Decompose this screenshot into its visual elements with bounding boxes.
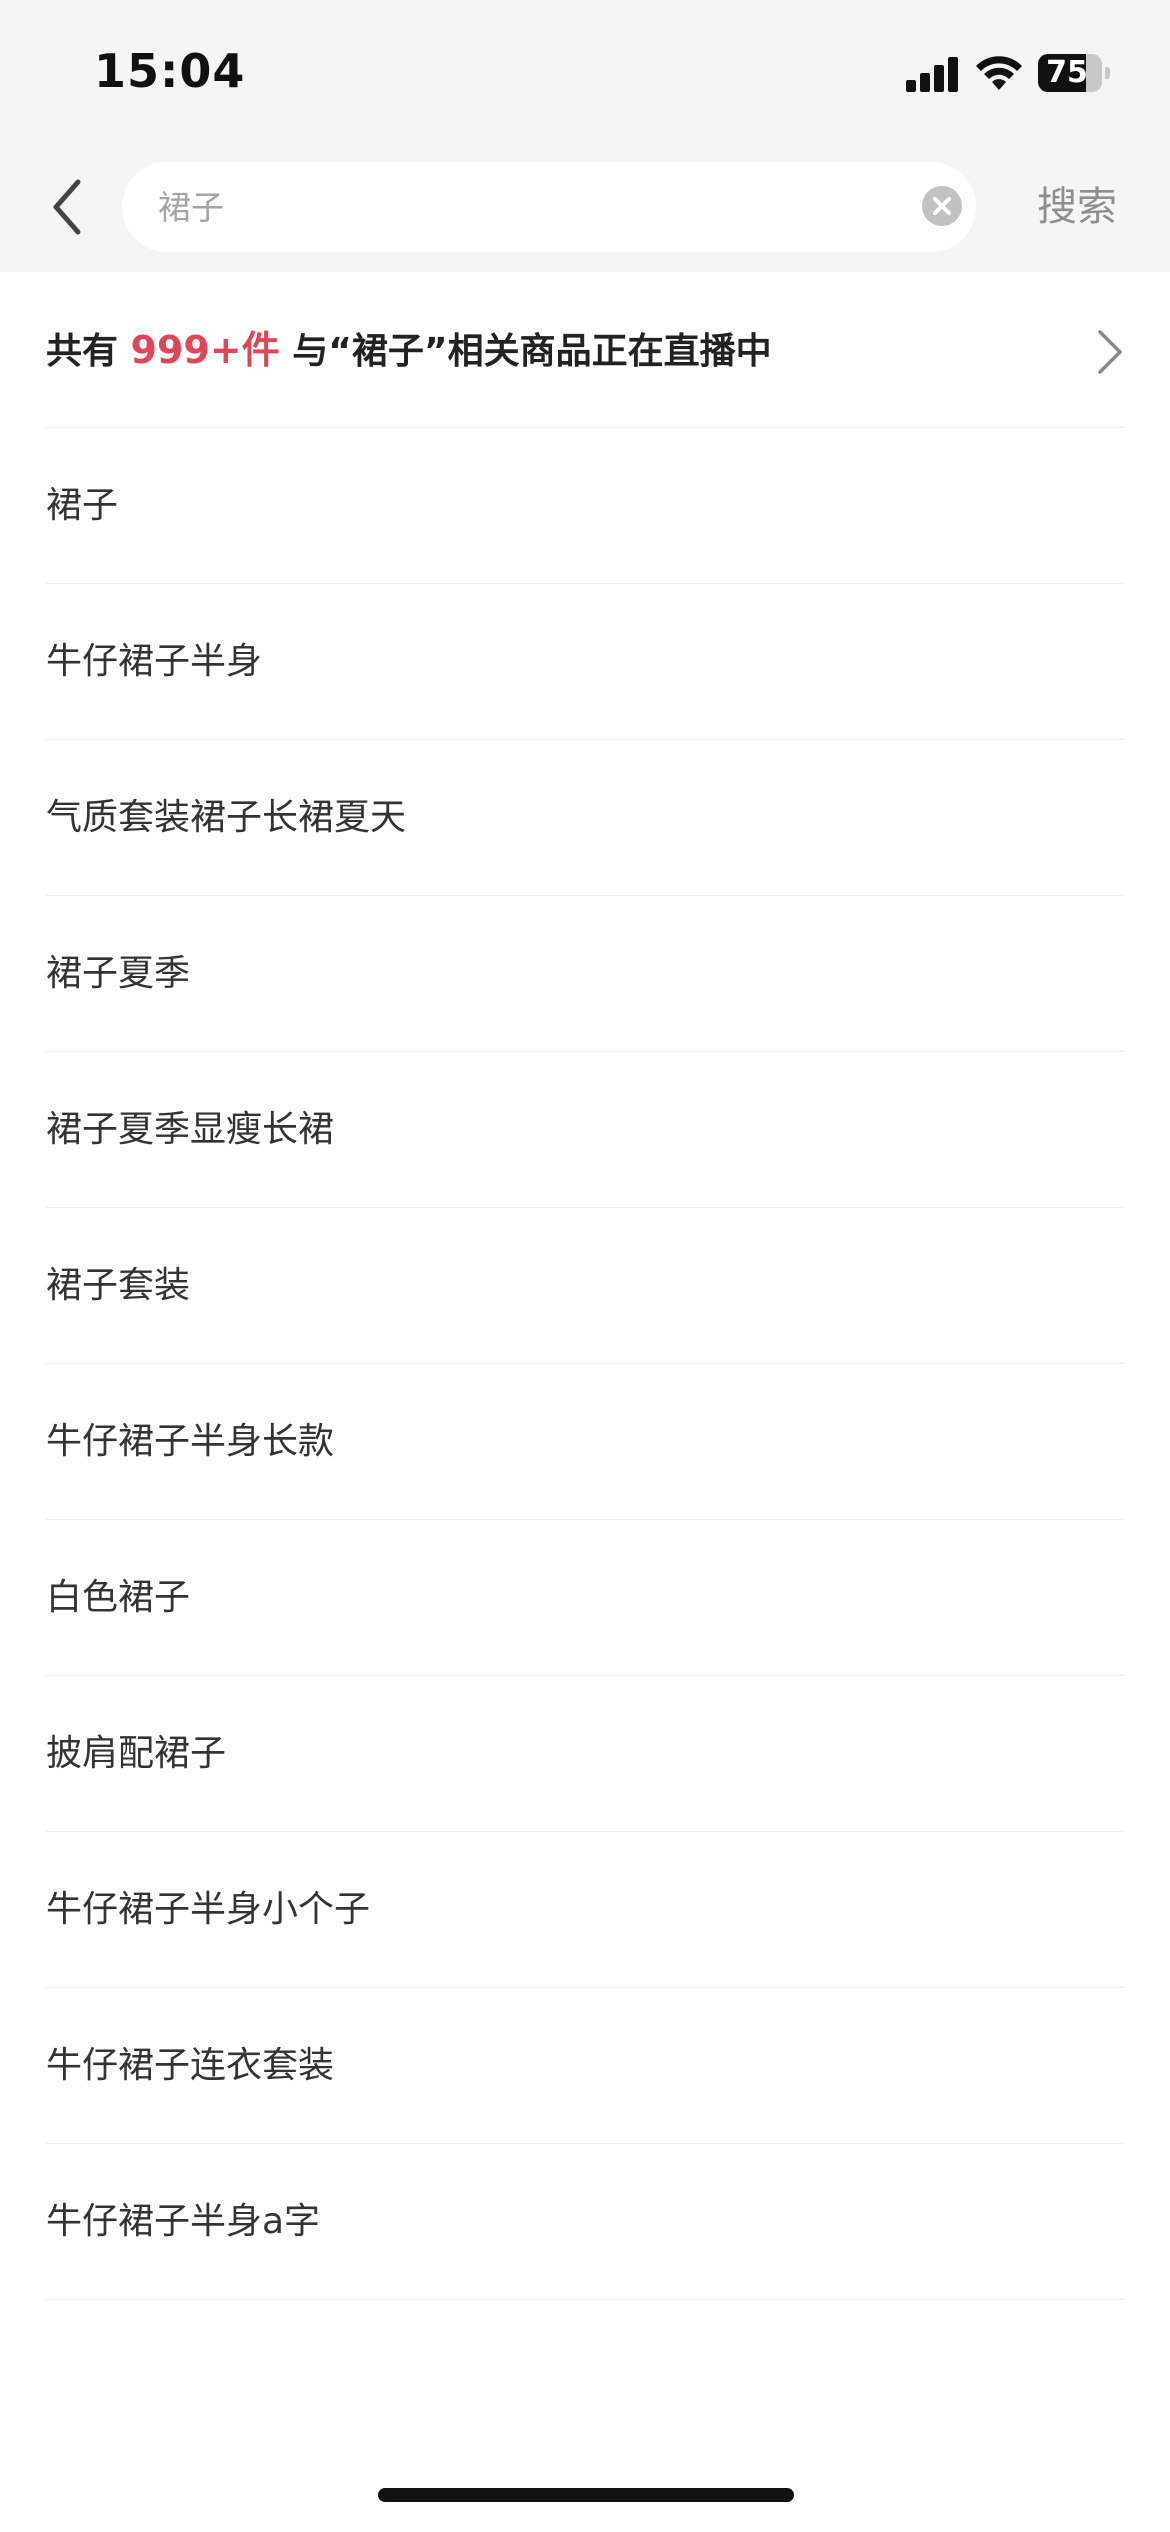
suggestion-item[interactable]: 裙子套装	[46, 1208, 1124, 1364]
suggestion-item[interactable]: 牛仔裙子半身长款	[46, 1364, 1124, 1520]
suggestion-text: 牛仔裙子半身a字	[46, 2201, 321, 2242]
cellular-signal-icon	[906, 56, 960, 92]
suggestion-text: 牛仔裙子半身小个子	[46, 1889, 371, 1930]
suggestion-item[interactable]: 裙子夏季显瘦长裙	[46, 1052, 1124, 1208]
suggestion-text: 裙子夏季	[46, 953, 191, 994]
app-screen: 15:04 75 裙子 搜索 共有 999+件 与“裙子”相关商品正在直播中 裙…	[0, 0, 1170, 2532]
status-time: 15:04	[94, 44, 246, 98]
battery-icon: 75	[1038, 54, 1110, 92]
suggestion-item[interactable]: 牛仔裙子半身a字	[46, 2144, 1124, 2300]
search-box[interactable]	[122, 162, 976, 252]
chevron-left-icon	[53, 179, 81, 235]
suggestion-text: 白色裙子	[46, 1577, 191, 1618]
suggestion-text: 披肩配裙子	[46, 1733, 227, 1774]
battery-cap	[1105, 67, 1110, 79]
live-banner-text: 共有 999+件 与“裙子”相关商品正在直播中	[46, 272, 772, 428]
suggestion-item[interactable]: 白色裙子	[46, 1520, 1124, 1676]
search-input[interactable]	[158, 162, 818, 252]
back-button[interactable]	[40, 172, 96, 242]
battery-level: 75	[1046, 55, 1088, 90]
suggestion-item[interactable]: 牛仔裙子半身小个子	[46, 1832, 1124, 1988]
suggestion-item[interactable]: 裙子夏季	[46, 896, 1124, 1052]
suggestion-list: 共有 999+件 与“裙子”相关商品正在直播中 裙子 牛仔裙子半身 气质套装裙子…	[0, 272, 1170, 2300]
wifi-icon	[976, 56, 1022, 90]
chevron-right-icon	[1098, 330, 1122, 374]
live-banner-suffix: 与“裙子”相关商品正在直播中	[279, 331, 772, 372]
clear-search-button[interactable]	[922, 186, 962, 226]
suggestion-item[interactable]: 牛仔裙子连衣套装	[46, 1988, 1124, 2144]
home-indicator	[378, 2488, 794, 2502]
status-bar: 15:04 75	[0, 0, 1170, 150]
suggestion-item[interactable]: 裙子	[46, 428, 1124, 584]
suggestion-text: 裙子	[46, 485, 119, 526]
suggestion-text: 裙子套装	[46, 1265, 191, 1306]
suggestion-item[interactable]: 披肩配裙子	[46, 1676, 1124, 1832]
suggestion-text: 牛仔裙子半身长款	[46, 1421, 335, 1462]
battery-body: 75	[1038, 54, 1102, 92]
live-count: 999+件	[130, 328, 280, 372]
live-banner-prefix: 共有	[46, 331, 131, 372]
live-banner-row[interactable]: 共有 999+件 与“裙子”相关商品正在直播中	[46, 272, 1124, 428]
suggestion-item[interactable]: 牛仔裙子半身	[46, 584, 1124, 740]
suggestion-text: 牛仔裙子连衣套装	[46, 2045, 335, 2086]
suggestion-text: 气质套装裙子长裙夏天	[46, 797, 407, 838]
search-button[interactable]: 搜索	[1012, 172, 1142, 242]
suggestion-text: 牛仔裙子半身	[46, 641, 263, 682]
header: 15:04 75 裙子 搜索	[0, 0, 1170, 272]
suggestion-item[interactable]: 气质套装裙子长裙夏天	[46, 740, 1124, 896]
suggestion-text: 裙子夏季显瘦长裙	[46, 1109, 335, 1150]
